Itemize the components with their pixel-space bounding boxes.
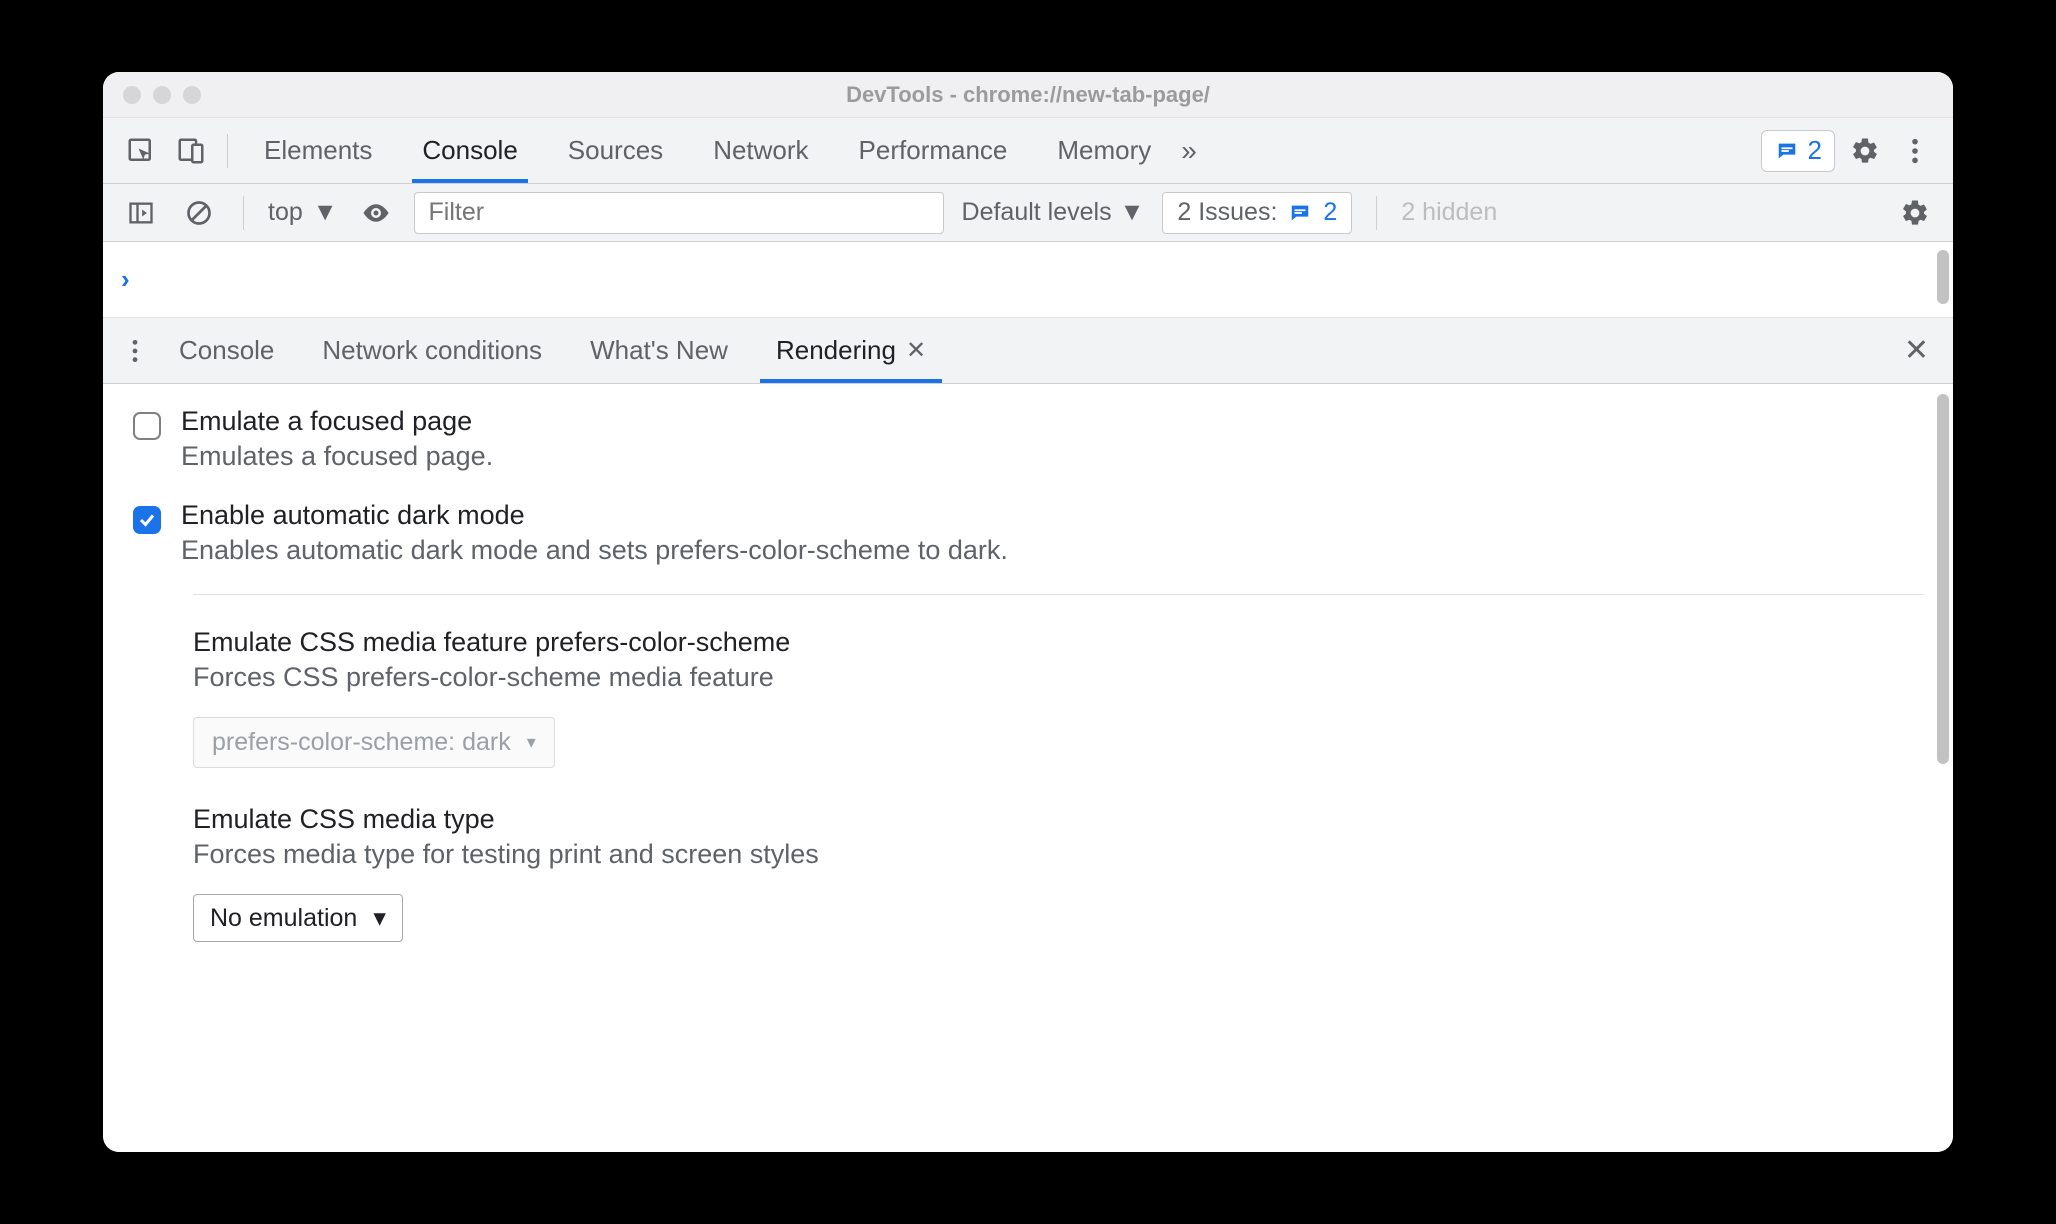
divider xyxy=(193,594,1923,595)
scrollbar-thumb[interactable] xyxy=(1937,250,1949,304)
tab-label: Elements xyxy=(264,135,372,166)
devtools-window: DevTools - chrome://new-tab-page/ Elemen… xyxy=(103,72,1953,1152)
select-value: prefers-color-scheme: dark xyxy=(212,728,511,757)
kebab-menu-icon[interactable] xyxy=(1895,131,1935,171)
traffic-light-minimize[interactable] xyxy=(153,86,171,104)
tab-label: Network xyxy=(713,135,808,166)
tab-elements[interactable]: Elements xyxy=(244,118,392,183)
traffic-light-zoom[interactable] xyxy=(183,86,201,104)
context-selector[interactable]: top ▼ xyxy=(268,198,338,227)
console-toolbar: top ▼ Default levels ▼ 2 Issues: 2 2 hid… xyxy=(103,184,1953,242)
select-media-type[interactable]: No emulation ▾ xyxy=(193,894,403,942)
tab-label: Performance xyxy=(859,135,1008,166)
levels-label: Default levels xyxy=(962,198,1112,227)
drawer: Console Network conditions What's New Re… xyxy=(103,318,1953,1152)
section-media-type: Emulate CSS media type Forces media type… xyxy=(193,804,1923,942)
drawer-menu-icon[interactable] xyxy=(117,338,153,364)
tab-label: Console xyxy=(422,135,517,166)
tab-label: What's New xyxy=(590,335,728,366)
tab-memory[interactable]: Memory xyxy=(1037,118,1171,183)
issues-pill[interactable]: 2 xyxy=(1761,130,1835,172)
select-prefers-color-scheme[interactable]: prefers-color-scheme: dark ▾ xyxy=(193,717,555,768)
message-icon xyxy=(1774,140,1800,162)
section-title: Emulate CSS media feature prefers-color-… xyxy=(193,627,1923,658)
rendering-panel: Emulate a focused page Emulates a focuse… xyxy=(103,384,1953,1152)
issues-label: 2 Issues: xyxy=(1177,198,1277,227)
section-desc: Forces CSS prefers-color-scheme media fe… xyxy=(193,662,1923,693)
titlebar: DevTools - chrome://new-tab-page/ xyxy=(103,72,1953,118)
traffic-light-close[interactable] xyxy=(123,86,141,104)
drawer-tab-whats-new[interactable]: What's New xyxy=(568,318,750,383)
levels-selector[interactable]: Default levels ▼ xyxy=(962,198,1145,227)
issues-num: 2 xyxy=(1323,198,1337,227)
scrollbar-thumb[interactable] xyxy=(1937,394,1949,764)
console-prompt[interactable]: › xyxy=(103,242,1953,318)
tab-label: Rendering xyxy=(776,335,896,366)
checkbox-emulate-focused[interactable] xyxy=(133,412,161,440)
chevron-down-icon: ▼ xyxy=(1120,198,1145,227)
option-desc: Emulates a focused page. xyxy=(181,441,493,472)
tab-label: Sources xyxy=(568,135,663,166)
drawer-tab-rendering[interactable]: Rendering ✕ xyxy=(754,318,948,383)
message-icon xyxy=(1287,202,1313,224)
issues-count: 2 xyxy=(1808,135,1822,166)
sidebar-toggle-icon[interactable] xyxy=(121,193,161,233)
close-tab-icon[interactable]: ✕ xyxy=(906,336,926,365)
option-title: Enable automatic dark mode xyxy=(181,500,1008,531)
device-toggle-icon[interactable] xyxy=(171,131,211,171)
option-desc: Enables automatic dark mode and sets pre… xyxy=(181,535,1008,566)
separator xyxy=(1376,196,1377,230)
separator xyxy=(243,196,244,230)
section-title: Emulate CSS media type xyxy=(193,804,1923,835)
console-settings-icon[interactable] xyxy=(1895,193,1935,233)
select-value: No emulation xyxy=(210,904,357,933)
chevron-down-icon: ▾ xyxy=(373,903,386,933)
main-tabs: Elements Console Sources Network Perform… xyxy=(103,118,1953,184)
prompt-caret-icon: › xyxy=(121,264,130,295)
window-title: DevTools - chrome://new-tab-page/ xyxy=(103,82,1953,108)
section-prefers-color-scheme: Emulate CSS media feature prefers-color-… xyxy=(193,627,1923,768)
chevron-down-icon: ▼ xyxy=(313,198,338,227)
separator xyxy=(227,134,228,168)
inspect-element-icon[interactable] xyxy=(121,131,161,171)
live-expression-icon[interactable] xyxy=(356,193,396,233)
filter-input[interactable] xyxy=(414,192,944,234)
more-tabs-icon[interactable]: » xyxy=(1181,135,1197,167)
check-icon xyxy=(138,511,156,529)
chevron-down-icon: ▾ xyxy=(527,732,536,753)
context-label: top xyxy=(268,198,303,227)
traffic-lights xyxy=(123,86,201,104)
option-emulate-focused: Emulate a focused page Emulates a focuse… xyxy=(133,406,1923,472)
option-auto-dark-mode: Enable automatic dark mode Enables autom… xyxy=(133,500,1923,566)
tab-label: Memory xyxy=(1057,135,1151,166)
checkbox-auto-dark-mode[interactable] xyxy=(133,506,161,534)
drawer-close-icon[interactable]: ✕ xyxy=(1894,333,1939,368)
hidden-count[interactable]: 2 hidden xyxy=(1401,198,1497,227)
tab-network[interactable]: Network xyxy=(693,118,828,183)
tab-sources[interactable]: Sources xyxy=(548,118,683,183)
clear-console-icon[interactable] xyxy=(179,193,219,233)
tab-performance[interactable]: Performance xyxy=(839,118,1028,183)
option-title: Emulate a focused page xyxy=(181,406,493,437)
settings-icon[interactable] xyxy=(1845,131,1885,171)
tab-console[interactable]: Console xyxy=(402,118,537,183)
section-desc: Forces media type for testing print and … xyxy=(193,839,1923,870)
tab-label: Network conditions xyxy=(322,335,542,366)
drawer-tab-network-conditions[interactable]: Network conditions xyxy=(300,318,564,383)
issues-button[interactable]: 2 Issues: 2 xyxy=(1162,192,1352,234)
drawer-tabs: Console Network conditions What's New Re… xyxy=(103,318,1953,384)
drawer-tab-console[interactable]: Console xyxy=(157,318,296,383)
tab-label: Console xyxy=(179,335,274,366)
